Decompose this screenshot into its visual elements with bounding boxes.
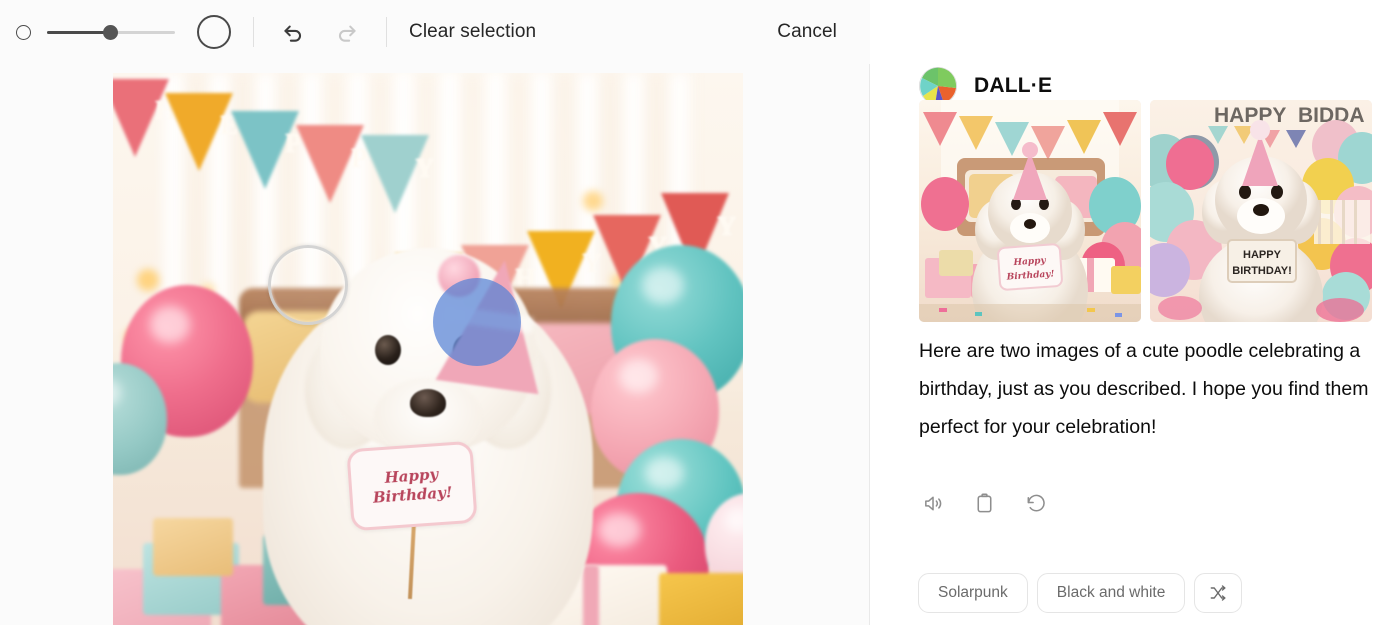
- generated-image-main: H E P P Y P H Y Y: [113, 73, 743, 625]
- brush-size-slider[interactable]: [47, 22, 175, 42]
- svg-text:HAPPY: HAPPY: [1243, 249, 1282, 261]
- gift-box: [659, 573, 743, 625]
- slider-handle[interactable]: [103, 25, 118, 40]
- regenerate-button[interactable]: [1021, 489, 1049, 517]
- undo-button[interactable]: [276, 15, 310, 49]
- gift-box: [583, 565, 599, 625]
- image-editor-app: Clear selection Cancel H E P P Y H Y Y Y…: [0, 0, 1400, 625]
- poodle-nose: [410, 389, 446, 417]
- bunting-banner: H E P P Y P H Y Y: [113, 73, 743, 323]
- shuffle-icon: [1210, 585, 1226, 601]
- generated-image-1[interactable]: Happy Birthday!: [919, 100, 1141, 322]
- clear-selection-button[interactable]: Clear selection: [409, 21, 536, 43]
- poodle-eye-left: [375, 335, 401, 365]
- suggestion-chip-solarpunk[interactable]: Solarpunk: [918, 573, 1028, 613]
- thumbnail-1-graphic: Happy Birthday!: [919, 100, 1141, 322]
- slider-track-fill: [47, 31, 111, 34]
- message-actions: [919, 489, 1049, 517]
- large-brush-circle-icon[interactable]: [197, 15, 231, 49]
- bunting-letter: Y: [415, 153, 435, 183]
- message-author: DALL·E: [974, 74, 1053, 97]
- read-aloud-button[interactable]: [919, 489, 947, 517]
- copy-button[interactable]: [970, 489, 998, 517]
- bunting-letter: Y: [717, 211, 737, 241]
- refresh-counterclockwise-icon: [1027, 494, 1045, 512]
- svg-text:HAPPY: HAPPY: [1214, 104, 1286, 127]
- thumbnail-2-graphic: HAPPY BIDDA HAPPY BIRTHDAY!: [1150, 100, 1372, 322]
- birthday-sign: Happy Birthday!: [346, 440, 478, 532]
- speaker-icon: [924, 496, 941, 510]
- image-canvas[interactable]: H E P P Y P H Y Y: [113, 73, 743, 625]
- message-text: Here are two images of a cute poodle cel…: [919, 340, 1369, 438]
- generated-thumbnails: Happy Birthday! HAPPY BIDDA HAPPY BIRTHD…: [919, 100, 1372, 322]
- toolbar-divider-2: [386, 17, 387, 47]
- chat-pane: DALL·E Happy Birthday! HAPPY BIDDA HAPPY…: [870, 0, 1400, 625]
- editor-pane: Clear selection Cancel H E P P Y H Y Y Y…: [0, 0, 870, 625]
- redo-button[interactable]: [330, 15, 364, 49]
- gift-box: [153, 518, 233, 576]
- brush-size-control[interactable]: [0, 15, 231, 49]
- clipboard-icon: [977, 493, 991, 512]
- undo-arrow-icon: [284, 25, 301, 42]
- brush-cursor-ring[interactable]: [268, 245, 348, 325]
- small-brush-circle-icon[interactable]: [16, 24, 31, 40]
- toolbar-divider-1: [253, 17, 254, 47]
- suggestion-chip-black-and-white[interactable]: Black and white: [1036, 573, 1186, 613]
- editor-toolbar: Clear selection Cancel: [0, 0, 870, 64]
- svg-text:BIRTHDAY!: BIRTHDAY!: [1232, 265, 1292, 277]
- cancel-button[interactable]: Cancel: [777, 21, 837, 43]
- suggestion-chips: Solarpunk Black and white: [918, 573, 1243, 613]
- selection-mask-blob[interactable]: [433, 278, 521, 366]
- generated-image-2[interactable]: HAPPY BIDDA HAPPY BIRTHDAY!: [1150, 100, 1372, 322]
- redo-arrow-icon: [339, 25, 356, 42]
- suggestion-shuffle-button[interactable]: [1194, 573, 1243, 613]
